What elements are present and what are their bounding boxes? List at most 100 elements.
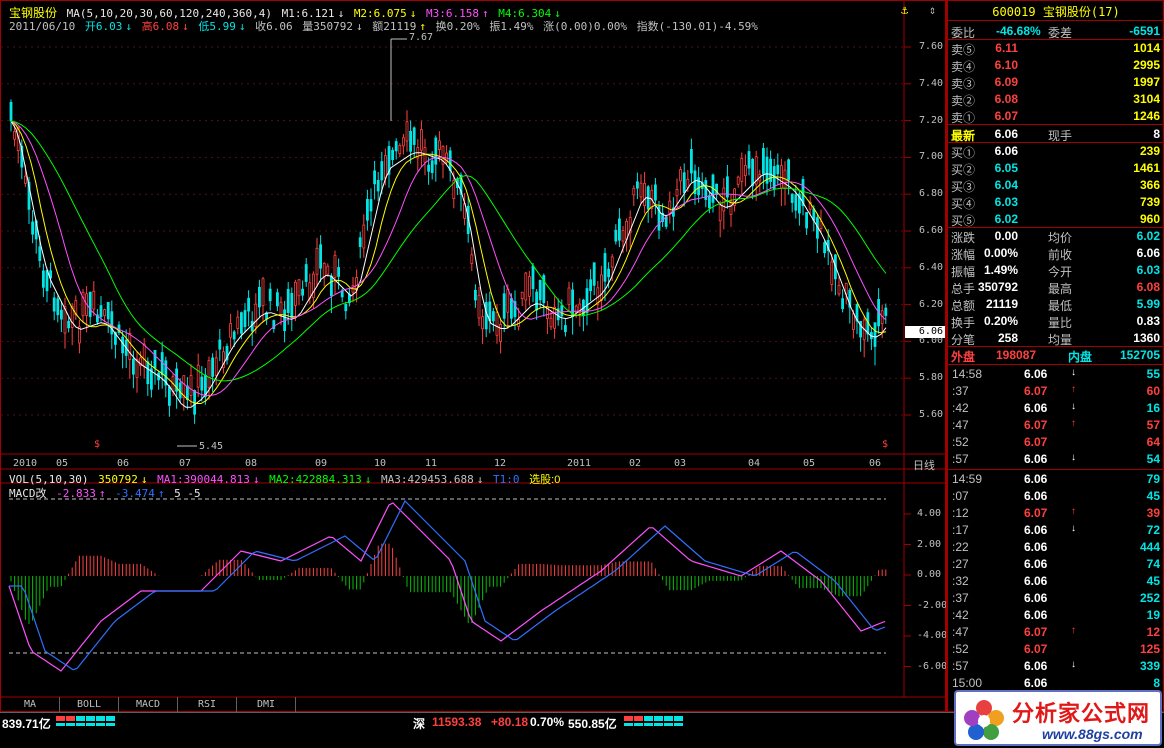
- tick-time: :22: [952, 540, 969, 554]
- tick-price: 6.06: [1024, 367, 1048, 381]
- candle-down: [275, 292, 279, 307]
- candle-down: [211, 357, 215, 377]
- candle-down: [690, 149, 693, 174]
- candle-down: [373, 170, 377, 185]
- tick-volume: 54: [1146, 452, 1160, 466]
- sell-signal-icon: $: [882, 439, 888, 450]
- sort-icon[interactable]: ⇕: [929, 3, 936, 17]
- vol-ma3: MA3:429453.688: [381, 473, 474, 486]
- tab-rsi[interactable]: RSI: [178, 697, 237, 712]
- candle-up: [679, 169, 682, 182]
- candle-down: [239, 312, 243, 334]
- macd-label: MACD改: [9, 487, 47, 500]
- candle-down: [60, 309, 63, 320]
- candle-up: [196, 364, 200, 388]
- bid-price: 6.04: [994, 178, 1018, 192]
- macd-tick-label: -4.00: [917, 630, 948, 641]
- tick-up-arrow-icon: ↑: [1071, 384, 1076, 395]
- tick-price: 6.06: [1024, 523, 1048, 537]
- price-tick-label: 7.20: [919, 114, 944, 126]
- tick-row: :37 6.06 252: [948, 590, 1164, 607]
- tick-volume: 125: [1139, 642, 1160, 656]
- candle-up: [401, 137, 405, 147]
- candle-down: [502, 293, 506, 319]
- price-tick-label: 6.20: [919, 298, 944, 310]
- waipan-value: 198087: [996, 348, 1037, 362]
- candle-up: [362, 224, 366, 249]
- candle-up: [621, 230, 625, 242]
- candle-down: [585, 288, 589, 314]
- candle-up: [477, 294, 481, 319]
- stat-value: 0.00: [994, 229, 1018, 243]
- kline-chart-area[interactable]: $ $ 宝钢股份 MA(5,10,20,30,60,120,240,360,4) …: [0, 0, 948, 713]
- vol-t1: T1:0: [493, 473, 520, 486]
- bid-label: 买④: [951, 197, 976, 211]
- tab-boll[interactable]: BOLL: [60, 697, 119, 712]
- candle-down: [358, 237, 362, 247]
- candle-up: [297, 279, 301, 297]
- candle-down: [592, 262, 596, 286]
- candle-down: [776, 164, 780, 175]
- candle-down: [167, 386, 171, 406]
- tick-time: :42: [952, 608, 969, 622]
- tick-row: 14:59 6.06 79: [948, 471, 1164, 488]
- ask-row: 卖③ 6.09 1997: [948, 74, 1164, 91]
- stat-label: 总额: [951, 299, 976, 313]
- candle-up: [142, 343, 146, 367]
- candle-down: [473, 289, 477, 301]
- tick-price: 6.06: [1024, 452, 1048, 466]
- candle-up: [639, 182, 643, 198]
- tick-volume: 57: [1146, 418, 1160, 432]
- tick-row: :07 6.06 45: [948, 488, 1164, 505]
- day-amplitude: 振1.49%: [489, 20, 534, 33]
- period-label[interactable]: 日线: [913, 457, 935, 473]
- bid-volume: 366: [1139, 178, 1160, 192]
- weicha-value: -6591: [1129, 24, 1160, 38]
- tick-price: 6.06: [1024, 472, 1048, 486]
- ask-price: 6.09: [994, 75, 1018, 89]
- tick-row: :52 6.07 125: [948, 641, 1164, 658]
- price-tick-label: 7.00: [919, 151, 944, 163]
- stat-value: 258: [997, 331, 1018, 345]
- sz-change: +80.18: [491, 715, 529, 729]
- price-tick-label: 5.80: [919, 372, 944, 384]
- month-label: 11: [425, 458, 438, 469]
- stat-label: 换手: [951, 316, 976, 330]
- ask-row: 卖⑤ 6.11 1014: [948, 40, 1164, 57]
- candle-down: [747, 151, 751, 169]
- candle-down: [218, 339, 222, 350]
- ask-price: 6.10: [994, 58, 1018, 72]
- candle-down: [301, 288, 305, 296]
- tick-time: :17: [952, 523, 969, 537]
- day-volume: 量350792: [302, 20, 353, 33]
- anchor-icon[interactable]: ⚓: [901, 3, 908, 17]
- tick-volume: 55: [1146, 367, 1160, 381]
- tab-ma[interactable]: MA: [1, 697, 60, 712]
- stat-label: 最低: [1048, 299, 1073, 313]
- candle-down: [257, 286, 261, 308]
- candle-down: [448, 150, 452, 171]
- candle-down: [614, 229, 618, 242]
- candle-up: [398, 144, 402, 155]
- candle-down: [247, 297, 251, 312]
- month-label: 06: [117, 458, 130, 469]
- bid-volume: 960: [1139, 212, 1160, 226]
- candle-down: [369, 199, 373, 212]
- candle-down: [491, 311, 495, 322]
- ask-volume: 1014: [1133, 41, 1160, 55]
- tick-price: 6.06: [1024, 591, 1048, 605]
- candle-down: [841, 298, 844, 310]
- candle-down: [434, 137, 438, 165]
- kline-chart-svg[interactable]: $ $: [1, 1, 947, 713]
- tick-time: :57: [952, 452, 969, 466]
- candle-up: [553, 306, 556, 329]
- tab-macd[interactable]: MACD: [119, 697, 178, 712]
- flower-logo-icon: [964, 700, 1004, 740]
- sh-down-blocks: [56, 723, 115, 726]
- tab-dmi[interactable]: DMI: [237, 697, 296, 712]
- tick-row: :32 6.06 45: [948, 573, 1164, 590]
- candle-up: [254, 303, 258, 328]
- candle-up: [236, 316, 240, 329]
- candle-up: [528, 276, 531, 297]
- tick-time: 14:59: [952, 472, 983, 486]
